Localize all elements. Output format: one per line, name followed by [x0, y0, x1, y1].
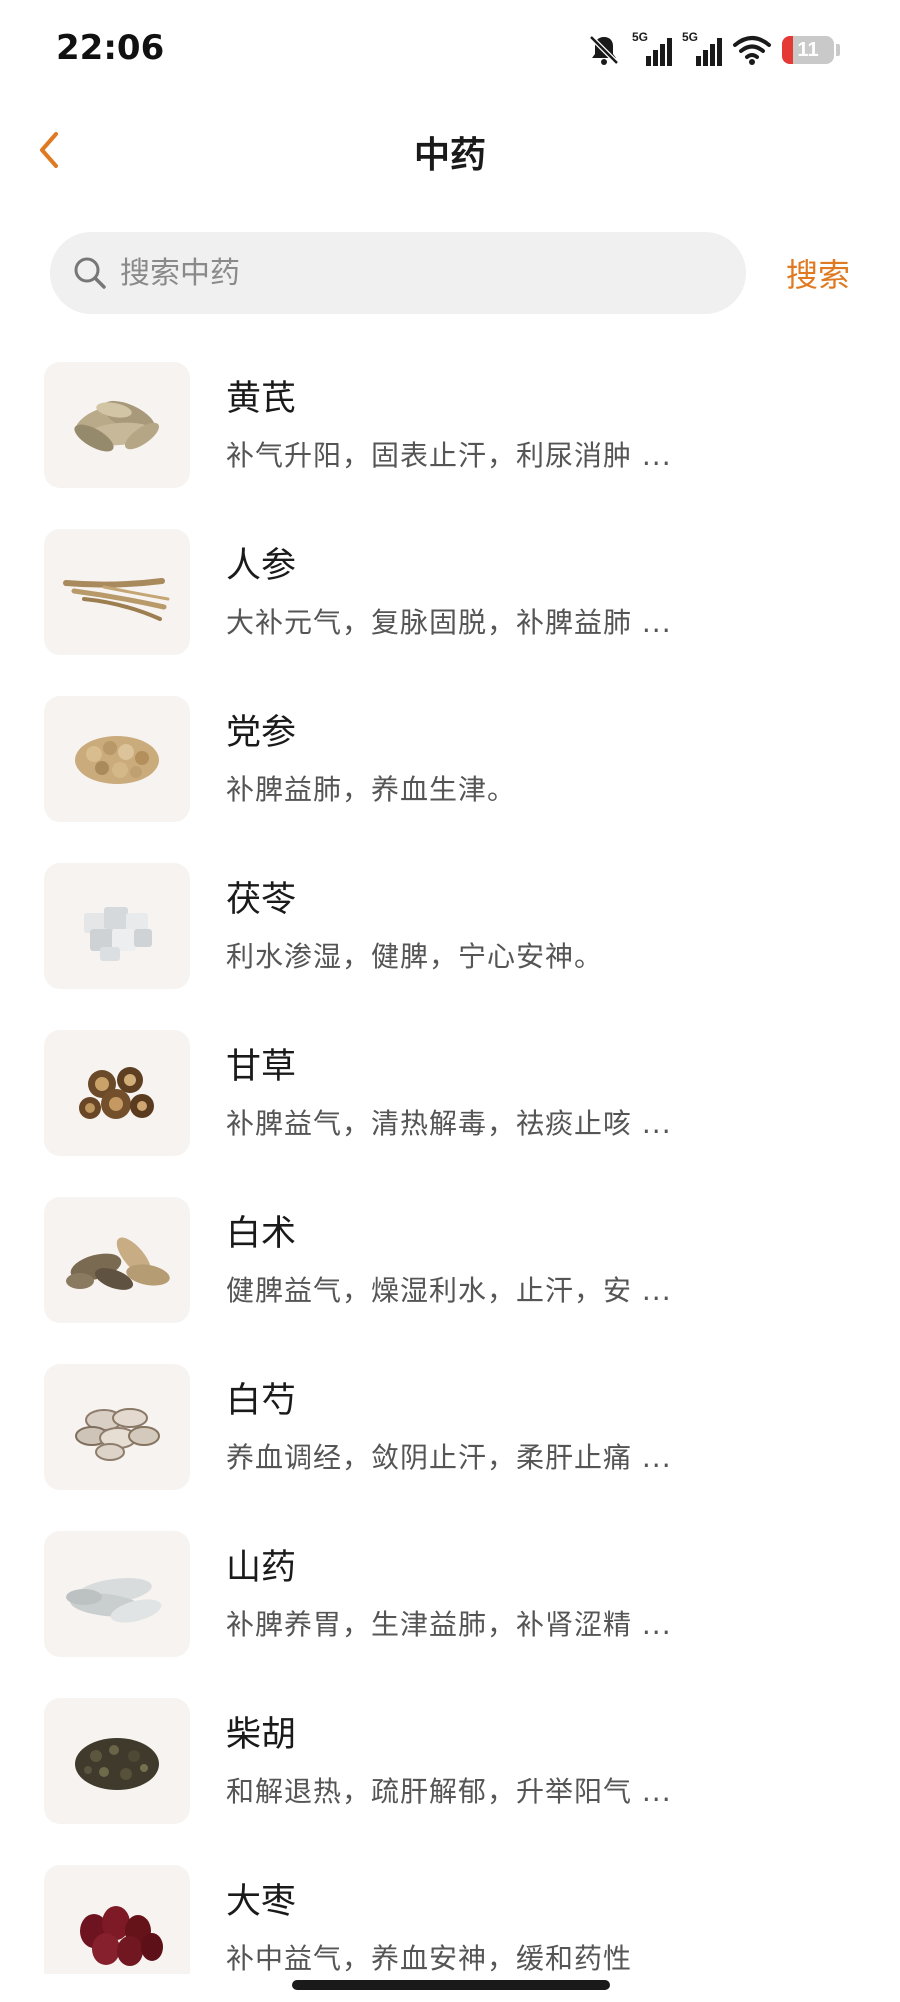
herb-description: 健脾益气，燥湿利水，止汗，安 ...	[226, 1274, 672, 1307]
herb-thumbnail	[44, 362, 190, 488]
herb-name: 茯苓	[226, 880, 297, 920]
search-box[interactable]	[50, 232, 746, 314]
herb-thumbnail	[44, 696, 190, 822]
list-item[interactable]: 柴胡 和解退热，疏肝解郁，升举阳气 ...	[0, 1688, 900, 1855]
herb-thumbnail	[44, 1865, 190, 1974]
status-time: 22:06	[56, 28, 165, 68]
herb-description: 养血调经，敛阴止汗，柔肝止痛 ...	[226, 1441, 672, 1474]
herb-description: 和解退热，疏肝解郁，升举阳气 ...	[226, 1775, 672, 1808]
herb-name: 人参	[226, 546, 297, 586]
list-item[interactable]: 茯苓 利水渗湿，健脾，宁心安神。	[0, 853, 900, 1020]
wifi-icon	[732, 34, 772, 66]
list-item[interactable]: 黄芪 补气升阳，固表止汗，利尿消肿 ...	[0, 352, 900, 519]
herb-name: 白术	[226, 1214, 297, 1254]
herb-thumbnail	[44, 1698, 190, 1824]
herb-description: 补中益气，养血安神，缓和药性	[226, 1942, 633, 1974]
herb-thumbnail	[44, 529, 190, 655]
list-item[interactable]: 甘草 补脾益气，清热解毒，祛痰止咳 ...	[0, 1020, 900, 1187]
page-title: 中药	[413, 135, 486, 176]
herb-description: 补气升阳，固表止汗，利尿消肿 ...	[226, 439, 672, 472]
status-bar: 22:06 5G 5G 11	[0, 0, 900, 100]
battery-level: 11	[797, 38, 819, 61]
herb-name: 白芍	[226, 1381, 297, 1421]
herb-thumbnail	[44, 863, 190, 989]
herb-description: 利水渗湿，健脾，宁心安神。	[226, 940, 604, 973]
status-icons: 5G 5G 11	[586, 30, 840, 70]
home-indicator[interactable]	[292, 1980, 610, 1990]
herb-name: 党参	[226, 713, 297, 753]
herb-description: 补脾益气，清热解毒，祛痰止咳 ...	[226, 1107, 672, 1140]
list-item[interactable]: 白芍 养血调经，敛阴止汗，柔肝止痛 ...	[0, 1354, 900, 1521]
battery-icon: 11	[782, 36, 834, 64]
herb-name: 黄芪	[226, 379, 297, 419]
list-item[interactable]: 白术 健脾益气，燥湿利水，止汗，安 ...	[0, 1187, 900, 1354]
herb-name: 柴胡	[226, 1715, 297, 1755]
herb-name: 大枣	[226, 1882, 297, 1922]
list-item[interactable]: 党参 补脾益肺，养血生津。	[0, 686, 900, 853]
list-item[interactable]: 山药 补脾养胃，生津益肺，补肾涩精 ...	[0, 1521, 900, 1688]
herb-list: 黄芪 补气升阳，固表止汗，利尿消肿 ... 人参 大补元气，复脉固脱，补脾益肺 …	[0, 352, 900, 1974]
search-button[interactable]: 搜索	[786, 250, 850, 296]
nav-header: 中药	[0, 110, 900, 190]
herb-name: 甘草	[226, 1047, 297, 1087]
search-input[interactable]	[118, 254, 682, 292]
signal-5g-icon: 5G	[632, 30, 672, 68]
herb-name: 山药	[226, 1548, 297, 1588]
herb-thumbnail	[44, 1364, 190, 1490]
herb-thumbnail	[44, 1197, 190, 1323]
search-row: 搜索	[50, 232, 850, 314]
herb-description: 补脾益肺，养血生津。	[226, 773, 517, 806]
signal-5g-icon: 5G	[682, 30, 722, 68]
herb-description: 补脾养胃，生津益肺，补肾涩精 ...	[226, 1608, 672, 1641]
list-item[interactable]: 人参 大补元气，复脉固脱，补脾益肺 ...	[0, 519, 900, 686]
herb-thumbnail	[44, 1030, 190, 1156]
battery-tip	[836, 44, 840, 56]
search-icon	[72, 255, 108, 291]
herb-description: 大补元气，复脉固脱，补脾益肺 ...	[226, 606, 672, 639]
herb-thumbnail	[44, 1531, 190, 1657]
list-item[interactable]: 大枣 补中益气，养血安神，缓和药性	[0, 1855, 900, 1974]
mute-bell-icon	[586, 32, 622, 68]
